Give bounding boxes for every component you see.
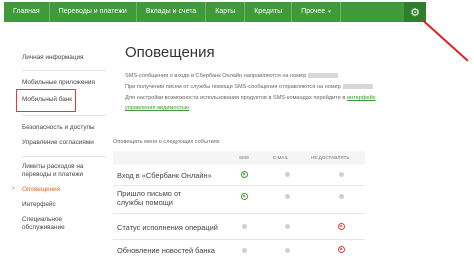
radio-sms[interactable] [241,171,248,178]
radio-no-delivery[interactable] [338,223,345,230]
nav-more-label: Прочее [301,8,326,15]
nav-more[interactable]: Прочее ▾ [292,2,341,22]
nav-deposits-accounts[interactable]: Вклады и счета [137,2,207,22]
radio-sms[interactable] [241,193,248,200]
sidebar-item-special-service[interactable]: Специальное обслуживание [22,216,82,232]
sidebar-divider [22,115,106,116]
radio-email[interactable] [285,172,290,177]
chevron-down-icon: ▾ [328,9,331,15]
row-label: Пришло письмо от службы помощи [117,189,182,207]
radio-no-delivery[interactable] [339,172,344,177]
radio-no-delivery[interactable] [339,194,344,199]
info-line-login-sms: SMS-сообщения о входе в Сбербанк Онлайн … [125,73,339,79]
row-label: Обновление новостей банка [117,246,215,255]
sidebar-divider [22,156,106,157]
row-label: Вход в «Сбербанк Онлайн» [117,171,212,180]
masked-phone [308,73,339,79]
sidebar-item-mobile-bank[interactable]: Мобильный банк [22,96,110,104]
row-divider [113,213,365,214]
info-line-sms-commands-cont: управления видимостью [125,105,189,111]
sidebar-divider [22,70,106,71]
info-line-sms-commands: Для настройки возможности использования … [125,95,376,101]
table-header: SMS E-MAIL НЕ ДОСТАВЛЯТЬ [113,151,365,165]
column-header-email: E-MAIL [273,155,289,160]
nav-credits[interactable]: Кредиты [245,2,293,22]
column-header-sms: SMS [239,155,249,160]
events-subtitle: Оповещать меня о следующих событиях [113,139,220,145]
sidebar-item-mobile-apps[interactable]: Мобильные приложения [22,79,110,87]
sidebar-item-interface[interactable]: Интерфейс [22,201,110,209]
sidebar-item-personal-info[interactable]: Личная информация [22,54,110,62]
gear-icon[interactable]: ⚙ [404,2,426,22]
page-title: Оповещения [125,44,215,61]
row-divider [113,185,365,186]
visibility-settings-link[interactable]: интерфейс [347,95,376,101]
radio-sms[interactable] [242,248,247,253]
radio-email[interactable] [285,194,290,199]
active-item-arrow-icon: › [12,185,15,192]
sidebar-item-notifications[interactable]: Оповещения [22,186,110,194]
column-header-no-delivery: НЕ ДОСТАВЛЯТЬ [311,155,350,160]
sidebar-item-spending-limits[interactable]: Лимиты расходов на переводы и платежи [22,163,110,179]
sidebar-item-consents[interactable]: Управление согласиями [22,139,110,147]
row-divider [113,239,365,240]
info-line-help-sms: При получении писем от службы помощи SMS… [125,84,373,90]
visibility-settings-link[interactable]: управления видимостью [125,105,189,111]
nav-cards[interactable]: Карты [206,2,246,22]
radio-sms[interactable] [242,224,247,229]
radio-email[interactable] [285,248,290,253]
sidebar-item-security[interactable]: Безопасность и доступы [22,124,110,132]
radio-email[interactable] [285,224,290,229]
settings-sidebar: Личная информация Мобильные приложения М… [0,0,110,260]
row-label: Статус исполнения операций [117,223,218,232]
radio-no-delivery[interactable] [338,246,345,253]
masked-phone [342,84,373,90]
annotation-arrow-line [422,20,469,62]
